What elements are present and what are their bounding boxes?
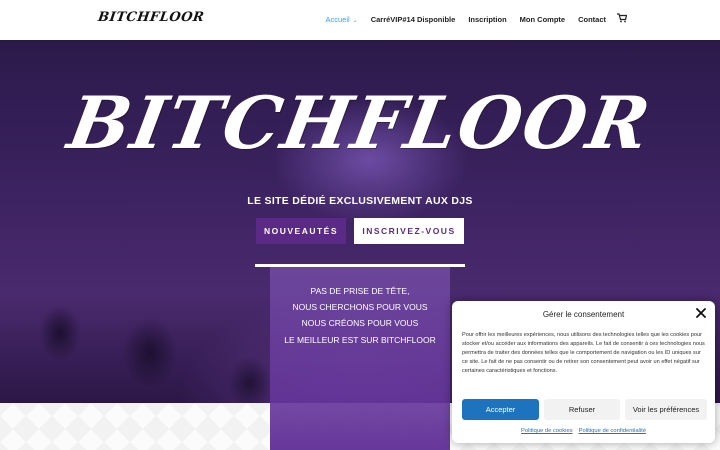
nav-item-accueil[interactable]: Accueil ⌄ bbox=[325, 15, 357, 24]
signup-button[interactable]: INSCRIVEZ-VOUS bbox=[354, 218, 464, 244]
hero-title: BITCHFLOOR bbox=[62, 80, 658, 165]
nav-item-contact[interactable]: Contact bbox=[578, 15, 606, 24]
cookie-links: Politique de cookies Politique de confid… bbox=[452, 428, 715, 434]
close-icon[interactable] bbox=[696, 308, 706, 318]
site-header: BITCHFLOOR Accueil ⌄ CarréVIP#14 Disponib… bbox=[0, 0, 720, 40]
cookie-description: Pour offrir les meilleures expériences, … bbox=[462, 332, 705, 374]
preferences-button[interactable]: Voir les préférences bbox=[625, 399, 707, 420]
refuse-button[interactable]: Refuser bbox=[544, 399, 620, 420]
tagline-line: PAS DE PRISE DE TÊTE, bbox=[310, 286, 410, 296]
cart-icon[interactable] bbox=[617, 13, 627, 23]
privacy-policy-link[interactable]: Politique de confidentialité bbox=[579, 428, 646, 434]
accept-button[interactable]: Accepter bbox=[462, 399, 539, 420]
cookie-title: Gérer le consentement bbox=[542, 310, 625, 319]
nav-item-carrevip[interactable]: CarréVIP#14 Disponible bbox=[371, 15, 456, 24]
nav-item-mon-compte[interactable]: Mon Compte bbox=[520, 15, 565, 24]
main-nav: Accueil ⌄ CarréVIP#14 Disponible Inscript… bbox=[325, 15, 606, 24]
chevron-down-icon: ⌄ bbox=[352, 18, 358, 24]
cookie-consent-dialog: Gérer le consentement Pour offrir les me… bbox=[452, 301, 715, 443]
tagline-line: NOUS CHERCHONS POUR VOUS bbox=[292, 302, 428, 313]
tagline-text: PAS DE PRISE DE TÊTE, NOUS CHERCHONS POU… bbox=[270, 283, 450, 348]
cookie-policy-link[interactable]: Politique de cookies bbox=[521, 428, 573, 434]
site-logo[interactable]: BITCHFLOOR bbox=[97, 10, 205, 25]
news-button[interactable]: NOUVEAUTÉS bbox=[256, 218, 346, 244]
tagline-line: LE MEILLEUR EST SUR BITCHFLOOR bbox=[284, 334, 436, 345]
tagline-line: NOUS CRÉONS POUR VOUS bbox=[301, 318, 419, 329]
nav-item-inscription[interactable]: Inscription bbox=[468, 15, 506, 24]
nav-item-label: Accueil bbox=[325, 15, 350, 24]
hero-subtitle: LE SITE DÉDIÉ EXCLUSIVEMENT AUX DJS bbox=[247, 195, 473, 207]
